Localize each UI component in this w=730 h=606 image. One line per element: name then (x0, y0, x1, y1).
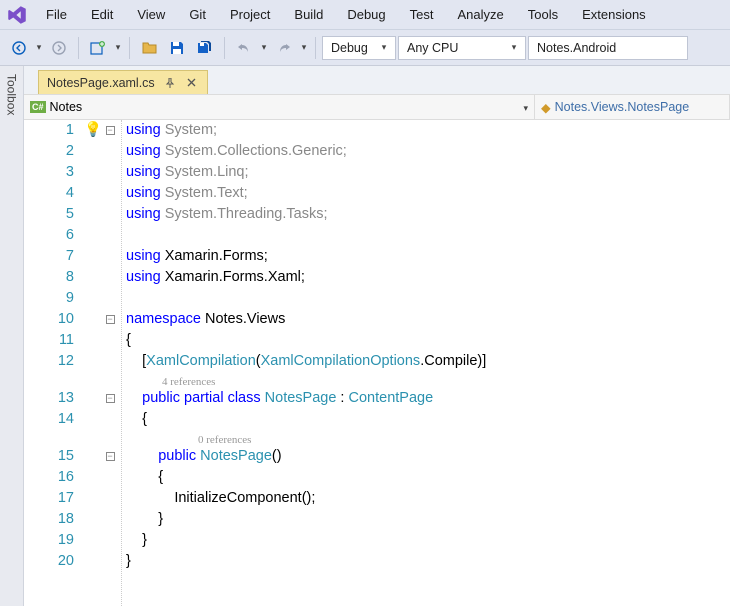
chevron-down-icon (523, 100, 528, 114)
menu-file[interactable]: File (34, 0, 79, 29)
close-icon[interactable] (185, 76, 199, 90)
config-combo[interactable]: Debug (322, 36, 396, 60)
platform-combo[interactable]: Any CPU (398, 36, 526, 60)
lightbulb-gutter: 💡 (84, 120, 102, 606)
menu-extensions[interactable]: Extensions (570, 0, 658, 29)
scope-combo-text: Notes (50, 100, 83, 114)
new-project-dropdown[interactable] (113, 35, 123, 61)
open-file-button[interactable] (136, 35, 162, 61)
lightbulb-icon[interactable]: 💡 (84, 122, 102, 138)
document-tab-title: NotesPage.xaml.cs (47, 76, 155, 90)
scope-combo[interactable]: C# Notes (24, 95, 535, 119)
vs-logo (0, 0, 34, 29)
chevron-down-icon (377, 42, 391, 53)
target-combo[interactable]: Notes.Android (528, 36, 688, 60)
config-combo-text: Debug (327, 41, 377, 55)
menu-git[interactable]: Git (177, 0, 218, 29)
chevron-down-icon (507, 42, 521, 53)
menu-build[interactable]: Build (282, 0, 335, 29)
nav-back-button[interactable] (6, 35, 32, 61)
toolbox-panel-tab[interactable]: Toolbox (0, 66, 24, 606)
class-icon: ◆ (541, 100, 551, 115)
redo-dropdown[interactable] (299, 35, 309, 61)
menubar: FileEditViewGitProjectBuildDebugTestAnal… (0, 0, 730, 30)
line-number-gutter: 1234567891011121314151617181920 (24, 120, 84, 606)
indent-guide (118, 120, 126, 606)
pin-icon[interactable] (163, 76, 177, 90)
save-button[interactable] (164, 35, 190, 61)
toolbar: Debug Any CPU Notes.Android (0, 30, 730, 66)
member-combo-text: Notes.Views.NotesPage (555, 100, 690, 114)
code-content[interactable]: using System;using System.Collections.Ge… (126, 120, 730, 606)
editor-navbar: C# Notes ◆ Notes.Views.NotesPage (24, 94, 730, 120)
redo-button[interactable] (271, 35, 297, 61)
code-editor[interactable]: 1234567891011121314151617181920 💡 − − − − u… (24, 120, 730, 606)
document-tab-well: NotesPage.xaml.cs (24, 66, 730, 94)
platform-combo-text: Any CPU (403, 41, 507, 55)
toolbox-label: Toolbox (5, 74, 19, 606)
fold-toggle[interactable]: − (106, 315, 115, 324)
menu-tools[interactable]: Tools (516, 0, 570, 29)
save-all-button[interactable] (192, 35, 218, 61)
fold-gutter[interactable]: − − − − (102, 120, 118, 606)
menu-debug[interactable]: Debug (335, 0, 397, 29)
new-project-button[interactable] (85, 35, 111, 61)
target-combo-text: Notes.Android (533, 41, 683, 55)
nav-back-dropdown[interactable] (34, 35, 44, 61)
menu-view[interactable]: View (125, 0, 177, 29)
fold-toggle[interactable]: − (106, 126, 115, 135)
menu-edit[interactable]: Edit (79, 0, 125, 29)
menu-test[interactable]: Test (398, 0, 446, 29)
nav-forward-button[interactable] (46, 35, 72, 61)
menu-project[interactable]: Project (218, 0, 282, 29)
document-tab-active[interactable]: NotesPage.xaml.cs (38, 70, 208, 94)
csharp-icon: C# (30, 101, 46, 113)
undo-button[interactable] (231, 35, 257, 61)
menu-analyze[interactable]: Analyze (445, 0, 515, 29)
member-combo[interactable]: ◆ Notes.Views.NotesPage (535, 95, 730, 119)
fold-toggle[interactable]: − (106, 394, 115, 403)
undo-dropdown[interactable] (259, 35, 269, 61)
fold-toggle[interactable]: − (106, 452, 115, 461)
